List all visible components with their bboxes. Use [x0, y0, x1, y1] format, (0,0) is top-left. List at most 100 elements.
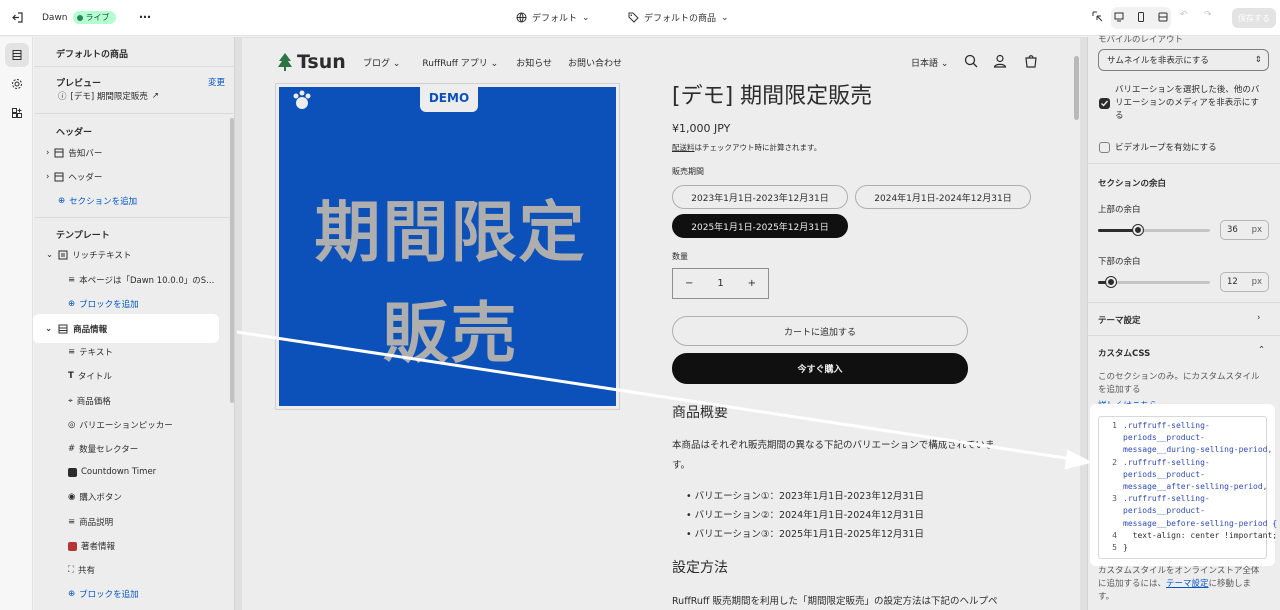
more-actions-icon[interactable]: ⋯ — [139, 10, 151, 24]
chevron-up-icon[interactable]: ⌃ — [1258, 345, 1265, 355]
sidebar-block-share[interactable]: ⛶ 共有 — [68, 564, 95, 576]
shipping-link[interactable]: 配送料 — [672, 143, 695, 152]
code-line[interactable]: 3 .ruffruff-selling- — [1099, 494, 1210, 503]
code-line[interactable]: 5} — [1099, 543, 1128, 552]
sidebar-item-announcement[interactable]: › 告知バー — [46, 147, 102, 159]
code-line[interactable]: periods__product- — [1099, 506, 1205, 515]
buy-now-button[interactable]: 今すぐ購入 — [672, 353, 968, 384]
store-logo[interactable]: Tsun — [276, 51, 346, 73]
variant-option-2023[interactable]: 2023年1月1日-2023年12月31日 — [672, 185, 848, 209]
nav-contact[interactable]: お問い合わせ — [568, 56, 622, 69]
preview-scrollbar[interactable] — [1074, 56, 1079, 120]
change-preview-link[interactable]: 変更 — [208, 76, 225, 88]
redo-icon[interactable]: ↷ — [1204, 10, 1212, 20]
sidebar-block-buy-buttons[interactable]: ◉ 購入ボタン — [68, 491, 122, 503]
undo-icon[interactable]: ↶ — [1180, 10, 1188, 20]
sidebar-block-quantity[interactable]: # 数量セレクター — [68, 443, 138, 455]
variant-option-2024[interactable]: 2024年1月1日-2024年12月31日 — [855, 185, 1031, 209]
quantity-stepper[interactable]: − 1 + — [672, 268, 769, 299]
video-loop-checkbox[interactable] — [1099, 142, 1110, 153]
bullet-item: • バリエーション③：2025年1月1日-2025年12月31日 — [686, 529, 924, 540]
sections-icon[interactable] — [5, 43, 29, 67]
globe-icon — [516, 12, 527, 23]
code-text: .ruffruff-selling- — [1123, 421, 1210, 430]
theme-settings-link[interactable]: テーマ設定 — [1098, 314, 1141, 326]
mobile-icon[interactable] — [1136, 11, 1146, 25]
sidebar-block-author[interactable]: 著者情報 — [68, 540, 115, 552]
language-select[interactable]: 日本語 ⌄ — [911, 56, 948, 69]
nav-blog[interactable]: ブログ ⌄ — [363, 56, 400, 69]
sidebar-block-countdown[interactable]: Countdown Timer — [68, 467, 156, 477]
product-image[interactable]: DEMO 期間限定 販売 — [275, 83, 620, 410]
inspector-icon[interactable] — [1092, 11, 1103, 22]
theme-settings-footer-link[interactable]: テーマ設定 — [1166, 579, 1209, 589]
sidebar-item-header[interactable]: › ヘッダー — [46, 171, 102, 183]
cursor-click-icon: ◉ — [68, 492, 76, 502]
account-icon[interactable] — [993, 54, 1007, 71]
sidebar-block-description[interactable]: ≡ 商品説明 — [68, 516, 113, 528]
fullscreen-icon[interactable] — [1158, 12, 1168, 25]
preview-product[interactable]: ⓘ [デモ] 期間限定販売 ↗ — [58, 90, 159, 102]
sidebar-item-rich-text[interactable]: ⌄ リッチテキスト — [46, 249, 131, 261]
hide-media-checkbox[interactable] — [1099, 98, 1110, 109]
quantity-value[interactable]: 1 — [717, 278, 723, 289]
code-line[interactable]: periods__product- — [1099, 470, 1205, 479]
desktop-icon[interactable] — [1114, 12, 1124, 25]
top-padding-slider-handle[interactable] — [1132, 224, 1144, 236]
nav-apps[interactable]: RuffRuff アプリ ⌄ — [422, 56, 498, 69]
settings-gear-icon[interactable] — [5, 72, 29, 96]
plus-icon[interactable]: + — [748, 278, 756, 289]
chevron-right-icon: › — [46, 148, 50, 158]
sidebar-item-label: 共有 — [77, 566, 95, 576]
text-lines-icon: ≡ — [68, 275, 76, 285]
variant-option-2025[interactable]: 2025年1月1日-2025年12月31日 — [672, 214, 848, 238]
exit-icon[interactable] — [11, 11, 24, 24]
code-line[interactable]: 4 text-align: center !important; — [1099, 531, 1277, 540]
shipping-note: 配送料はチェックアウト時に計算されます。 — [672, 142, 821, 153]
add-block-button[interactable]: ⊕ ブロックを追加 — [68, 588, 139, 600]
sidebar-block-price[interactable]: ⌖ 商品価格 — [68, 395, 111, 407]
code-line[interactable]: message__during-selling-period, — [1099, 445, 1272, 454]
code-line[interactable]: message__after-selling-period, — [1099, 482, 1268, 491]
product-select[interactable]: デフォルトの商品 ⌄ — [628, 11, 729, 24]
search-icon[interactable] — [964, 54, 978, 71]
chevron-right-icon[interactable]: › — [1257, 313, 1260, 323]
add-to-cart-button[interactable]: カートに追加する — [672, 316, 968, 346]
cart-icon[interactable] — [1024, 54, 1038, 71]
sidebar-item-rich-text-block[interactable]: ≡ 本ページは「Dawn 10.0.0」のS... — [68, 274, 214, 286]
sidebar-item-label: バリエーションピッカー — [79, 421, 173, 431]
sidebar-item-product-info[interactable]: ⌄ 商品情報 — [33, 314, 219, 343]
store-nav: ブログ ⌄ RuffRuff アプリ ⌄ お知らせ お問い合わせ — [363, 56, 622, 69]
nav-news[interactable]: お知らせ — [516, 56, 552, 69]
bullet-text: バリエーション②：2024年1月1日-2024年12月31日 — [694, 510, 924, 521]
sidebar-block-text[interactable]: ≡ テキスト — [68, 346, 113, 358]
code-text: message__before-selling-period { — [1123, 518, 1278, 528]
template-select-label: デフォルト — [532, 14, 578, 24]
sidebar-item-label: Countdown Timer — [81, 467, 157, 477]
select-chevron-icon: ⇕ — [1254, 55, 1262, 65]
code-line[interactable]: periods__product- — [1099, 433, 1205, 442]
plus-circle-icon: ⊕ — [68, 589, 76, 599]
bottom-padding-input[interactable]: 12 px — [1220, 272, 1269, 292]
sidebar-item-label: 著者情報 — [81, 542, 116, 552]
mobile-layout-select[interactable]: サムネイルを非表示にする ⇕ — [1098, 49, 1269, 71]
sidebar-scrollbar[interactable] — [230, 118, 234, 403]
code-line[interactable]: 1 .ruffruff-selling- — [1099, 421, 1210, 430]
bottom-padding-slider-handle[interactable] — [1105, 276, 1117, 288]
minus-icon[interactable]: − — [685, 278, 693, 289]
apps-icon[interactable] — [5, 101, 29, 125]
custom-css-editor[interactable]: 1 .ruffruff-selling-periods__product-mess… — [1098, 416, 1277, 559]
sidebar-block-title[interactable]: T タイトル — [68, 370, 112, 382]
add-block-button[interactable]: ⊕ ブロックを追加 — [68, 298, 139, 310]
code-line[interactable]: message__before-selling-period { — [1099, 519, 1277, 528]
add-block-label: ブロックを追加 — [79, 300, 139, 310]
plus-circle-icon: ⊕ — [68, 299, 76, 309]
code-line[interactable]: 2 .ruffruff-selling- — [1099, 458, 1210, 467]
line-number: 3 — [1112, 494, 1117, 504]
save-button[interactable]: 保存する — [1232, 8, 1276, 28]
template-select[interactable]: デフォルト ⌄ — [516, 11, 590, 24]
sidebar-item-label: タイトル — [77, 372, 112, 382]
top-padding-input[interactable]: 36 px — [1220, 220, 1269, 240]
add-section-button[interactable]: ⊕ セクションを追加 — [58, 195, 137, 207]
sidebar-block-variant-picker[interactable]: ◎ バリエーションピッカー — [68, 419, 173, 431]
